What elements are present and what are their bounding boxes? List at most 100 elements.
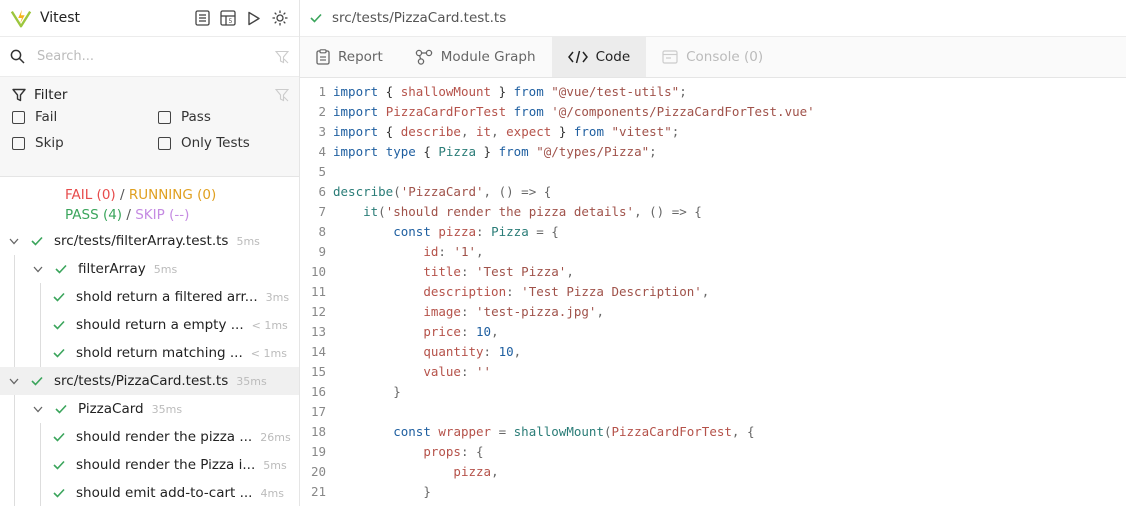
line-number: 17 [310,404,326,419]
code-token: , [476,244,484,259]
chevron-down-icon[interactable] [8,378,20,385]
code-token: image [423,304,461,319]
code-line: 8 const pizza: Pizza = { [300,222,1126,242]
tree-guide-line [40,311,41,339]
tree-row[interactable]: shold return matching ... < 1ms [0,339,299,367]
checkbox-box[interactable] [12,110,25,124]
code-line: 10 title: 'Test Pizza', [300,262,1126,282]
tree-row-label: src/tests/filterArray.test.ts [54,233,229,249]
code-line: 12 image: 'test-pizza.jpg', [300,302,1126,322]
checkbox-label: Only Tests [181,135,250,151]
clear-filter-icon[interactable] [275,50,289,64]
tree-row-label: shold return a filtered arr... [76,289,258,305]
tab-label: Code [595,49,631,65]
code-token: , [566,264,574,279]
checkbox-box[interactable] [158,110,171,124]
tree-guide-line [40,479,41,506]
code-token: , [596,304,604,319]
code-token: from [513,104,544,119]
collapse-tree-icon[interactable] [193,9,211,27]
tree-guide-line [14,451,15,479]
tree-row-duration: 3ms [265,290,290,304]
code-line: 18 const wrapper = shallowMount(PizzaCar… [300,422,1126,442]
chevron-down-icon[interactable] [32,406,44,413]
pass-check-icon [54,264,68,274]
line-number: 21 [310,484,326,499]
line-number: 12 [310,304,326,319]
tab-report[interactable]: Report [300,37,399,77]
main-panel: src/tests/PizzaCard.test.ts Report Modul… [300,0,1126,506]
code-line: 20 pizza, [300,462,1126,482]
tab-module-graph[interactable]: Module Graph [399,37,552,77]
tree-row-duration: 35ms [151,402,183,416]
code-token: , [491,464,499,479]
tab-code[interactable]: Code [551,37,647,77]
filter-header: Filter [12,87,289,103]
pass-check-icon [52,432,66,442]
filter-icon [12,88,26,102]
line-number: 1 [318,84,326,99]
code-token: , () => { [634,204,702,219]
code-editor[interactable]: 1 import { shallowMount } from "@vue/test… [300,78,1126,502]
tab-console[interactable]: Console (0) [646,37,779,77]
code-token: price [423,324,461,339]
run-all-icon[interactable] [245,9,263,27]
checkbox-label: Pass [181,109,211,125]
code-token: Pizza [438,144,477,159]
tree-row[interactable]: should return a empty ... < 1ms [0,311,299,339]
code-token: : [460,324,477,339]
tab-label: Report [338,49,383,65]
filter-only-tests-checkbox[interactable]: Only Tests [158,135,298,151]
code-token: '@/components/PizzaCardForTest.vue' [551,104,815,119]
tree-row[interactable]: src/tests/PizzaCard.test.ts 35ms [0,367,299,395]
theme-toggle-icon[interactable] [271,9,289,27]
filter-fail-checkbox[interactable]: Fail [12,109,158,125]
tree-row[interactable]: src/tests/filterArray.test.ts 5ms [0,227,299,255]
code-token: ( [378,204,386,219]
line-number: 8 [318,224,326,239]
code-line: 21 } [300,482,1126,502]
pass-check-icon [52,292,66,302]
dashboard-icon[interactable]: 5 [219,9,237,27]
code-token: quantity [423,344,484,359]
tree-row[interactable]: filterArray 5ms [0,255,299,283]
checkbox-box[interactable] [158,136,171,150]
line-number: 7 [318,204,326,219]
tree-row[interactable]: should emit add-to-cart ... 4ms [0,479,299,506]
code-token: } [476,144,499,159]
chevron-down-icon[interactable] [8,238,20,245]
code-line: 3 import { describe, it, expect } from "v… [300,122,1126,142]
file-path-bar: src/tests/PizzaCard.test.ts [300,0,1126,37]
search-input[interactable] [37,49,275,64]
tree-guide-line [40,423,41,451]
code-line: 13 price: 10, [300,322,1126,342]
code-token: shallowMount [400,84,492,99]
tree-row[interactable]: shold return a filtered arr... 3ms [0,283,299,311]
code-token: } [423,484,431,499]
code-token: ; [671,124,680,139]
clear-filters-icon[interactable] [275,88,289,102]
tree-row[interactable]: should render the Pizza i... 5ms [0,451,299,479]
code-token: : [483,344,499,359]
line-number: 13 [310,324,326,339]
filter-skip-checkbox[interactable]: Skip [12,135,158,151]
chevron-down-icon[interactable] [32,266,44,273]
tree-row[interactable]: PizzaCard 35ms [0,395,299,423]
line-number: 16 [310,384,326,399]
code-token: : [476,224,492,239]
tree-guide-line [40,283,41,311]
code-token: type [385,144,416,159]
line-number: 4 [318,144,326,159]
tree-row[interactable]: should render the pizza ... 26ms [0,423,299,451]
checkbox-box[interactable] [12,136,25,150]
code-token: describe [400,124,461,139]
filter-pass-checkbox[interactable]: Pass [158,109,298,125]
code-token: import [333,84,379,99]
